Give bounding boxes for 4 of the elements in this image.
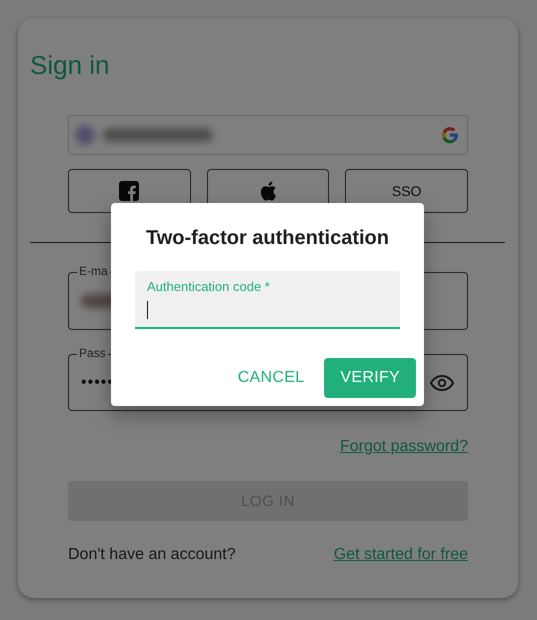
dialog-title: Two-factor authentication: [145, 226, 390, 251]
field-label: Authentication code *: [147, 279, 271, 295]
signup-prompt: Don't have an account?: [68, 546, 236, 564]
page-title: Sign in: [30, 49, 110, 82]
